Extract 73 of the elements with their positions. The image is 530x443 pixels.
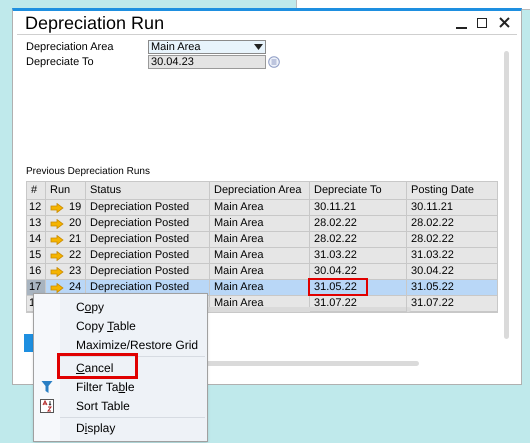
table-cell-text: Main Area bbox=[214, 264, 264, 280]
table-cell-text: Depreciation Posted bbox=[90, 216, 190, 232]
table-cell-text: 31.07.22 bbox=[314, 296, 357, 312]
table-cell-text: 15 bbox=[29, 248, 42, 264]
menu-item[interactable]: Sort Table bbox=[76, 397, 130, 416]
arrow-icon bbox=[50, 218, 64, 228]
table-row[interactable]: 13 20 Depreciation Posted Main Area 28.02.22 28.02.22 bbox=[27, 216, 497, 232]
table-cell-text: Main Area bbox=[214, 200, 264, 216]
table-cell-text: Main Area bbox=[214, 232, 264, 248]
table-cell-text: Depreciation Posted bbox=[90, 264, 190, 280]
table-cell-text: 30.04.22 bbox=[411, 264, 454, 280]
menu-item[interactable]: Filter Table bbox=[76, 378, 134, 396]
caret-icon bbox=[254, 44, 263, 50]
menu-item[interactable]: Display bbox=[76, 419, 116, 438]
table-cell-text: Main Area bbox=[214, 248, 264, 264]
table-cell-text: 30.04.22 bbox=[314, 264, 357, 280]
table-cell-text: 21 bbox=[69, 232, 82, 248]
table-cell-text: 28.02.22 bbox=[314, 232, 357, 248]
table-cell-text: Main Area bbox=[214, 296, 264, 312]
table-cell-text: Depreciation Posted bbox=[90, 232, 190, 248]
table-row[interactable]: 14 21 Depreciation Posted Main Area 28.02.22 28.02.22 bbox=[27, 232, 497, 248]
table-cell-text: 14 bbox=[29, 232, 42, 248]
table-cell-text: 28.02.22 bbox=[411, 232, 454, 248]
table-cell-text: 28.02.22 bbox=[411, 216, 454, 232]
table-row[interactable]: 12 19 Depreciation Posted Main Area 30.11.21 30.11.21 bbox=[27, 200, 497, 216]
table-cell-text: 31.03.22 bbox=[314, 248, 357, 264]
table-cell-text: 30.11.21 bbox=[314, 200, 356, 216]
column-header[interactable]: Depreciation Area bbox=[210, 182, 310, 200]
table-cell-text: 31.07.22 bbox=[411, 296, 454, 312]
arrow-icon bbox=[50, 282, 64, 292]
field-label: Depreciate To bbox=[26, 54, 95, 70]
arrow-icon bbox=[50, 250, 64, 260]
table-row[interactable]: 17 24 Depreciation Posted Main Area 31.05.22 31.05.22 bbox=[27, 280, 497, 296]
menu-item[interactable]: Maximize/Restore Grid bbox=[76, 336, 198, 354]
table-cell-text: Main Area bbox=[214, 216, 264, 232]
table-title: Previous Depreciation Runs bbox=[26, 166, 151, 178]
table-cell-text: 12 bbox=[29, 200, 42, 216]
sort-icon bbox=[40, 399, 54, 414]
list-icon[interactable] bbox=[268, 56, 280, 68]
column-header[interactable]: Run bbox=[46, 182, 86, 200]
arrow-icon bbox=[50, 234, 64, 244]
table-cell-text: Depreciation Posted bbox=[90, 280, 190, 296]
table-row[interactable]: 15 22 Depreciation Posted Main Area 31.03.22 31.03.22 bbox=[27, 248, 497, 264]
table-cell-text: 16 bbox=[29, 264, 42, 280]
table-cell-text: 17 bbox=[29, 280, 42, 296]
field-label: Depreciation Area bbox=[26, 40, 114, 55]
date-field[interactable]: 30.04.23 bbox=[148, 55, 266, 69]
window-title: Depreciation Run bbox=[25, 12, 166, 34]
table-cell-text: Main Area bbox=[214, 280, 264, 296]
table-cell-text: 31.05.22 bbox=[411, 280, 454, 296]
table-cell-text: 31.05.22 bbox=[314, 280, 357, 296]
column-header[interactable]: # bbox=[27, 182, 46, 200]
table-cell-text: 20 bbox=[69, 216, 82, 232]
table-cell-text: 24 bbox=[69, 280, 82, 296]
table-cell-text: Depreciation Posted bbox=[90, 200, 190, 216]
column-header[interactable]: Depreciate To bbox=[310, 182, 407, 200]
filter-icon bbox=[41, 380, 53, 394]
column-header[interactable]: Status bbox=[86, 182, 210, 200]
dropdown-field[interactable]: Main Area bbox=[148, 40, 266, 54]
table-row[interactable]: 16 23 Depreciation Posted Main Area 30.04.22 30.04.22 bbox=[27, 264, 497, 280]
table-cell-text: 22 bbox=[69, 248, 82, 264]
table-cell-text: 23 bbox=[69, 264, 82, 280]
table-cell-text: 30.11.21 bbox=[411, 200, 454, 216]
arrow-icon bbox=[50, 202, 64, 212]
table-cell-text: Depreciation Posted bbox=[90, 248, 190, 264]
arrow-icon bbox=[50, 266, 64, 276]
table-cell-text: 19 bbox=[69, 200, 82, 216]
close-icon bbox=[498, 17, 510, 28]
menu-item[interactable]: Copy Table bbox=[76, 316, 136, 335]
table-cell-text: 13 bbox=[29, 216, 42, 232]
table-cell-text: 28.02.22 bbox=[314, 216, 357, 232]
table-cell-text: 31.03.22 bbox=[411, 248, 454, 264]
column-header[interactable]: Posting Date bbox=[407, 182, 498, 200]
